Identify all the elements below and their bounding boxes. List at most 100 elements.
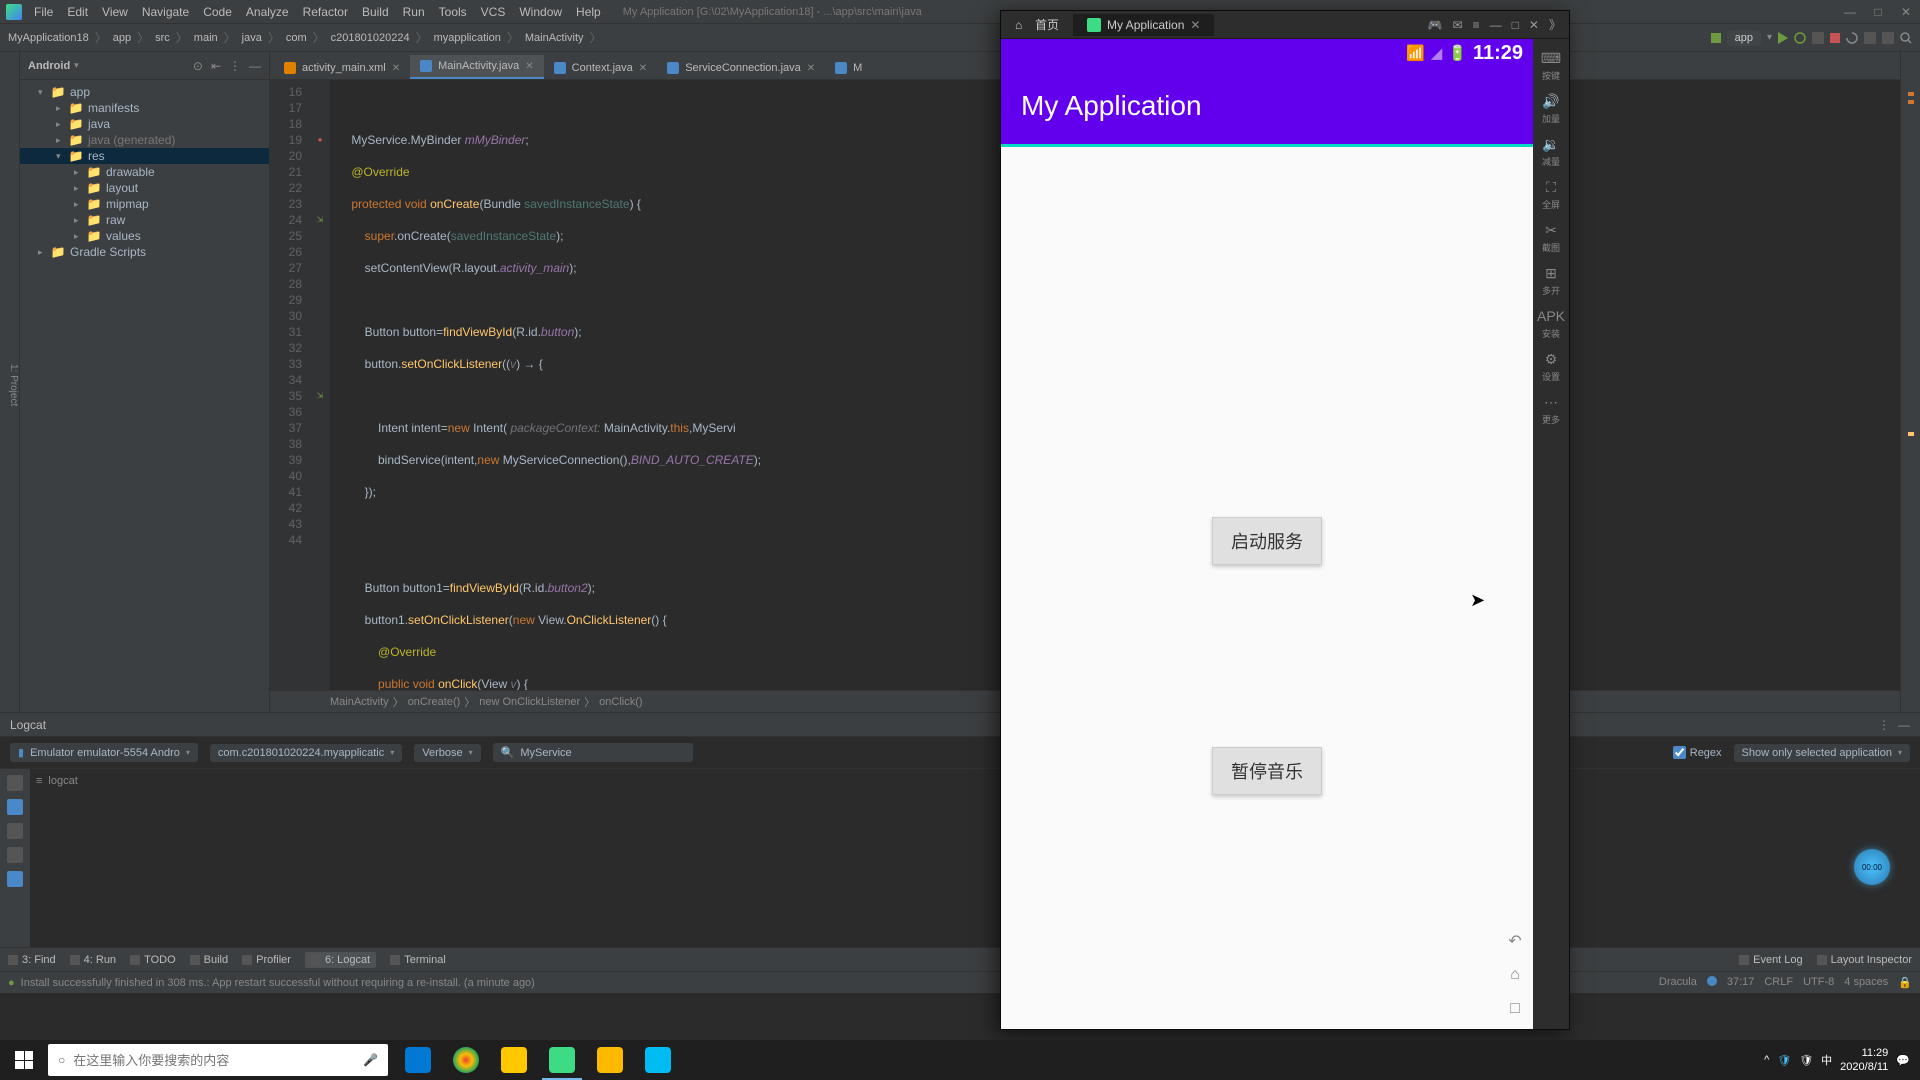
scroll-icon[interactable] bbox=[7, 799, 23, 815]
tree-item[interactable]: ▸📁manifests bbox=[20, 100, 269, 116]
search-box[interactable]: ○ 🎤 bbox=[48, 1044, 388, 1076]
crumb[interactable]: new OnClickListener bbox=[479, 696, 580, 708]
close-icon[interactable]: ✕ bbox=[392, 63, 400, 74]
tray-shield-icon[interactable]: 🛡 bbox=[1777, 1054, 1791, 1067]
sync-icon[interactable] bbox=[1846, 32, 1858, 44]
close-icon[interactable]: ✕ bbox=[1190, 18, 1200, 32]
hide-icon[interactable]: — bbox=[1898, 718, 1910, 732]
tree-item[interactable]: ▸📁java (generated) bbox=[20, 132, 269, 148]
menu-window[interactable]: Window bbox=[513, 3, 568, 21]
minimize-icon[interactable]: — bbox=[1490, 18, 1502, 32]
profile-icon[interactable] bbox=[1812, 32, 1824, 44]
crumb[interactable]: myapplication bbox=[434, 32, 501, 44]
tool-window-button[interactable]: Layout Inspector bbox=[1817, 954, 1912, 966]
menu-analyze[interactable]: Analyze bbox=[240, 3, 295, 21]
sdk-icon[interactable] bbox=[1882, 32, 1894, 44]
menu-view[interactable]: View bbox=[96, 3, 134, 21]
indent[interactable]: 4 spaces bbox=[1844, 976, 1888, 989]
lock-icon[interactable]: 🔒 bbox=[1898, 976, 1912, 989]
tree-item[interactable]: ▸📁drawable bbox=[20, 164, 269, 180]
start-button[interactable] bbox=[0, 1040, 48, 1080]
filter-input[interactable]: 🔍MyService bbox=[493, 743, 693, 762]
notifications-icon[interactable]: 💬 bbox=[1896, 1054, 1910, 1067]
right-tool-strip[interactable] bbox=[1900, 52, 1920, 712]
editor-tab[interactable]: Context.java✕ bbox=[544, 57, 658, 79]
restart-icon[interactable] bbox=[7, 847, 23, 863]
wrap-icon[interactable] bbox=[7, 823, 23, 839]
menu-refactor[interactable]: Refactor bbox=[297, 3, 354, 21]
encoding[interactable]: UTF-8 bbox=[1803, 976, 1834, 989]
minimize-icon[interactable]: — bbox=[1840, 2, 1860, 22]
process-dropdown[interactable]: com.c201801020224.myapplicatic▾ bbox=[210, 744, 402, 762]
stop-icon[interactable] bbox=[1830, 33, 1840, 43]
settings-icon[interactable] bbox=[7, 871, 23, 887]
search-icon[interactable] bbox=[1900, 32, 1912, 44]
left-tool-strip[interactable]: 1: Project bbox=[0, 52, 20, 712]
menu-run[interactable]: Run bbox=[397, 3, 431, 21]
device-dropdown[interactable]: ▮Emulator emulator-5554 Andro▾ bbox=[10, 743, 198, 762]
menu-edit[interactable]: Edit bbox=[61, 3, 94, 21]
close-icon[interactable]: ✕ bbox=[807, 63, 815, 74]
maximize-icon[interactable]: □ bbox=[1868, 2, 1888, 22]
back-icon[interactable]: ↶ bbox=[1505, 931, 1525, 951]
emulator-tab-app[interactable]: My Application ✕ bbox=[1073, 14, 1214, 36]
taskbar-app[interactable] bbox=[442, 1040, 490, 1080]
chevron-down-icon[interactable]: ▾ bbox=[74, 60, 79, 71]
scope-dropdown[interactable]: Show only selected application▾ bbox=[1734, 744, 1910, 762]
gamepad-icon[interactable]: 🎮 bbox=[1428, 18, 1443, 32]
emulator-side-button[interactable]: APK安装 bbox=[1535, 303, 1567, 344]
menu-navigate[interactable]: Navigate bbox=[136, 3, 195, 21]
run-icon[interactable] bbox=[1778, 32, 1788, 44]
emulator-tab-home[interactable]: ⌂ 首页 bbox=[1001, 12, 1073, 37]
taskbar-app[interactable] bbox=[394, 1040, 442, 1080]
crumb[interactable]: main bbox=[194, 32, 218, 44]
avd-icon[interactable] bbox=[1864, 32, 1876, 44]
sidebar-title[interactable]: Android bbox=[28, 60, 70, 72]
pause-music-button[interactable]: 暂停音乐 bbox=[1212, 747, 1322, 795]
taskbar-app-android-studio[interactable] bbox=[538, 1040, 586, 1080]
more-icon[interactable]: ⋮ bbox=[1878, 718, 1890, 732]
emulator-side-button[interactable]: ⛶全屏 bbox=[1535, 174, 1567, 215]
menu-help[interactable]: Help bbox=[570, 3, 607, 21]
tree-item[interactable]: ▸📁java bbox=[20, 116, 269, 132]
crumb[interactable]: MainActivity bbox=[525, 32, 584, 44]
run-config-dropdown[interactable]: app bbox=[1727, 30, 1761, 46]
crumb[interactable]: MainActivity bbox=[330, 696, 389, 708]
hide-icon[interactable]: — bbox=[249, 59, 261, 73]
crumb[interactable]: src bbox=[155, 32, 170, 44]
emulator-side-button[interactable]: 🔉减量 bbox=[1535, 131, 1567, 172]
tool-window-button[interactable]: Build bbox=[190, 952, 228, 968]
target-icon[interactable]: ⊙ bbox=[193, 59, 203, 73]
close-icon[interactable]: ✕ bbox=[1529, 18, 1539, 32]
crumb[interactable]: onClick() bbox=[599, 696, 642, 708]
taskbar-app[interactable] bbox=[490, 1040, 538, 1080]
menu-vcs[interactable]: VCS bbox=[475, 3, 512, 21]
emulator-side-button[interactable]: ⋯更多 bbox=[1535, 389, 1567, 430]
tool-window-button[interactable]: Event Log bbox=[1739, 954, 1803, 966]
start-service-button[interactable]: 启动服务 bbox=[1212, 517, 1322, 565]
tray-chevron-icon[interactable]: ^ bbox=[1764, 1054, 1769, 1066]
crumb[interactable]: app bbox=[113, 32, 131, 44]
search-input[interactable] bbox=[73, 1053, 355, 1068]
emulator-side-button[interactable]: ✂截图 bbox=[1535, 217, 1567, 258]
tree-item[interactable]: ▸📁values bbox=[20, 228, 269, 244]
cursor-position[interactable]: 37:17 bbox=[1727, 976, 1755, 989]
crumb[interactable]: java bbox=[242, 32, 262, 44]
timer-widget[interactable]: 00:00 bbox=[1854, 849, 1890, 885]
device-screen[interactable]: 📶 ◢ 🔋 11:29 My Application 启动服务 暂停音乐 bbox=[1001, 39, 1533, 1029]
settings-icon[interactable]: ⋮ bbox=[229, 59, 241, 73]
menu-build[interactable]: Build bbox=[356, 3, 395, 21]
crumb[interactable]: MyApplication18 bbox=[8, 32, 89, 44]
emulator-side-button[interactable]: ⚙设置 bbox=[1535, 346, 1567, 387]
tree-item[interactable]: ▸📁Gradle Scripts bbox=[20, 244, 269, 260]
collapse-icon[interactable]: 》 bbox=[1549, 16, 1561, 33]
tree-item[interactable]: ▾📁app bbox=[20, 84, 269, 100]
tool-window-button[interactable]: 4: Run bbox=[70, 952, 116, 968]
close-icon[interactable]: ✕ bbox=[1896, 2, 1916, 22]
menu-icon[interactable]: ≡ bbox=[1473, 18, 1480, 32]
emulator-side-button[interactable]: ⊞多开 bbox=[1535, 260, 1567, 301]
collapse-icon[interactable]: ⇤ bbox=[211, 59, 221, 73]
level-dropdown[interactable]: Verbose▾ bbox=[414, 744, 480, 762]
tool-window-button[interactable]: TODO bbox=[130, 952, 176, 968]
menu-code[interactable]: Code bbox=[197, 3, 238, 21]
